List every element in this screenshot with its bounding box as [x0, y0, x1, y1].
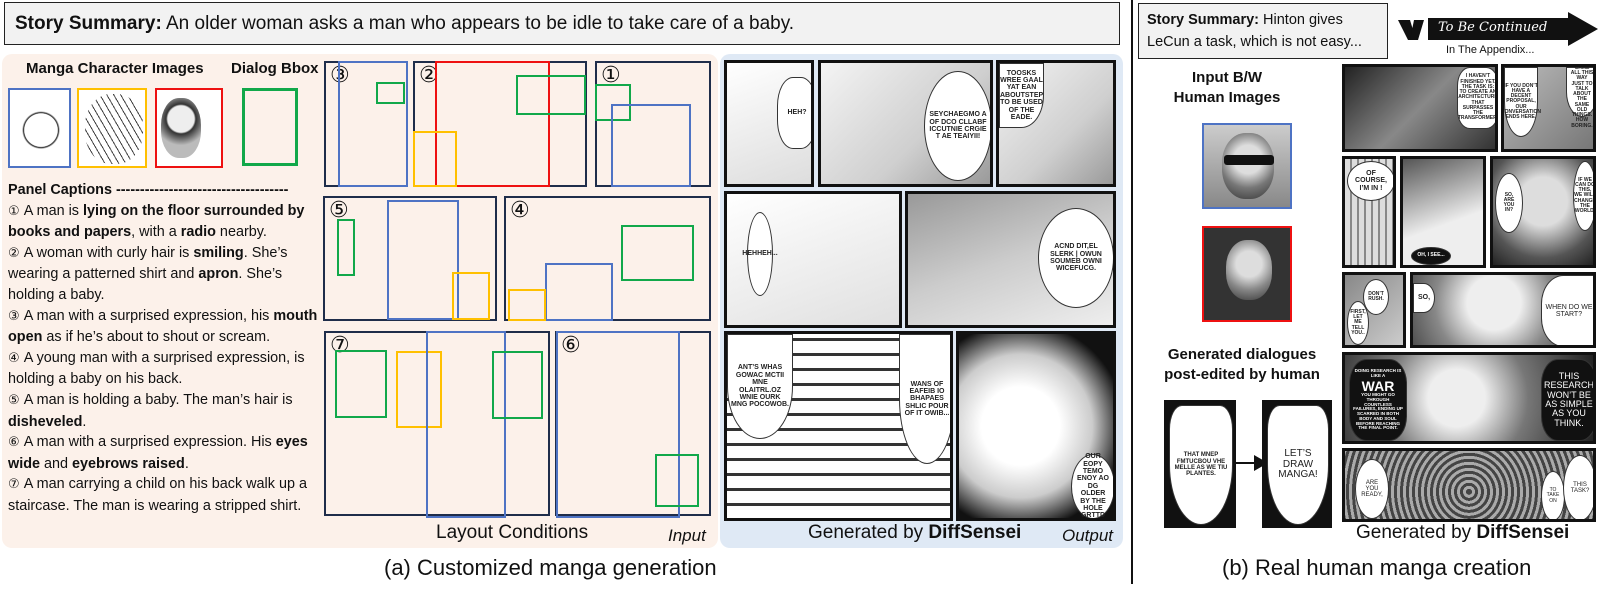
figure-caption-a: (a) Customized manga generation: [384, 555, 717, 580]
speech-bubble: I HAVEN’T FINISHED YET. THE TASK IS: TO …: [1457, 67, 1495, 129]
dialog-bbox: [655, 454, 699, 507]
input-human-images-header: Input B/W Human Images: [1173, 69, 1281, 106]
b-panel-1: I HAVEN’T FINISHED YET. THE TASK IS: TO …: [1342, 64, 1498, 152]
output-panel-1: TOOSKS WREE GAAL YAT EAN ABOUTSTEP TO BE…: [996, 60, 1116, 187]
speech-bubble: WHEN DO WE START?: [1541, 275, 1593, 345]
panel-caption: ④ A young man with a surprised expressio…: [8, 349, 305, 388]
output-panel-4: ACND DIT,EL SLERK | OWUN SOUMEB OWNI WIC…: [905, 191, 1116, 328]
output-label-a: Generated by DiffSensei: [808, 522, 1022, 543]
panel-caption: ⑤ A man is holding a baby. The man’s hai…: [8, 391, 293, 430]
speech-bubble: WANS OF EAFEIB IO BHAPAES SHLIC POUR OF …: [899, 334, 950, 464]
output-panel-2: SEYCHAEGMO A OF DCO CLLABF ICCUTNIE CRGI…: [818, 60, 993, 187]
speech-bubble: IF WE CAN DO THIS, WE WILL CHANGE THE WO…: [1573, 161, 1593, 231]
input-tag: Input: [668, 526, 706, 545]
speech-bubble: HAHA, YOU CAME ALL THIS WAY JUST TO TALK…: [1566, 67, 1593, 128]
b-panel-9: ARE YOU READY, TO TAKE ON THIS TASK?: [1342, 448, 1596, 522]
panel-captions: Panel Captions -------------------------…: [8, 180, 320, 517]
dialog-bbox: [621, 225, 694, 281]
character-images-header: Manga Character Images: [26, 60, 204, 77]
story-summary-b: Story Summary: Hinton gives LeCun a task…: [1138, 3, 1388, 59]
model-name: DiffSensei: [1476, 522, 1570, 543]
figure-caption-b: (b) Real human manga creation: [1222, 555, 1532, 580]
character-bbox: [508, 289, 546, 321]
character-image-3: [155, 88, 223, 168]
speech-bubble: THIS TASK?: [1563, 455, 1593, 519]
dialogue-after: LET’S DRAW MANGA!: [1262, 400, 1332, 528]
character-bbox: [545, 263, 613, 321]
speech-bubble: TO TAKE ON: [1541, 471, 1565, 519]
speech-bubble: ANT’S WHAS GOWAC MCTII MNE OLAITRL.OZ WN…: [727, 334, 793, 439]
output-label-b: Generated by DiffSensei: [1356, 522, 1570, 543]
panel-caption: ② A woman with curly hair is smiling. Sh…: [8, 244, 288, 303]
output-tag: Output: [1062, 526, 1114, 545]
story-summary-a: Story Summary: An older woman asks a man…: [4, 2, 1120, 45]
character-bbox: [611, 104, 691, 187]
story-summary-label: Story Summary:: [1147, 12, 1260, 28]
dialog-bbox: [376, 82, 405, 104]
speech-bubble: HEHHEH...: [742, 212, 778, 296]
b-panel-8: DOING RESEARCH IS LIKE A WAR YOU MIGHT G…: [1342, 352, 1596, 444]
appendix-note: In The Appendix...: [1446, 44, 1535, 56]
speech-bubble: HEH?: [777, 77, 811, 149]
output-panel-6: OUR EOPY TEMO ENOY AO DG OLDER BY THE HO…: [956, 331, 1116, 521]
output-panel-7: ANT’S WHAS GOWAC MCTII MNE OLAITRL.OZ WN…: [724, 331, 953, 521]
character-image-1: [8, 88, 71, 168]
b-panel-6: DON’T RUSH. FIRST, LET ME TELL YOU..: [1342, 272, 1406, 348]
generated-dialogues-header: Generated dialogues post-edited by human: [1164, 346, 1320, 383]
panel-caption: ⑥ A man with a surprised expression. His…: [8, 434, 308, 472]
story-summary-label: Story Summary:: [15, 13, 162, 34]
b-panel-3: OF COURSE, I’M IN !: [1342, 156, 1396, 268]
output-panel-5: HEHHEH...: [724, 191, 902, 328]
character-bbox: [338, 61, 408, 187]
b-panel-7: SO, WHEN DO WE START?: [1410, 272, 1596, 348]
speech-bubble: OUR EOPY TEMO ENOY AO DG OLDER BY THE HO…: [1071, 453, 1113, 518]
character-image-2: [77, 88, 147, 168]
dialog-bbox: [337, 219, 355, 276]
b-panel-2: IF YOU DON’T HAVE A DECENT PROPOSAL, OUR…: [1501, 64, 1596, 152]
b-panel-4: OH, I SEE...: [1400, 156, 1486, 268]
panel-number: ④: [510, 198, 530, 223]
speech-bubble: FIRST, LET ME TELL YOU..: [1347, 301, 1369, 345]
to-be-continued-text: To Be Continued: [1438, 20, 1548, 35]
speech-bubble: SEYCHAEGMO A OF DCO CLLABF ICCUTNIE CRGI…: [924, 71, 990, 181]
dialogue-before: THAT MNEP FMTUCBOU VHE MELLE AS WE TIU P…: [1164, 400, 1236, 528]
human-image-hinton: [1202, 226, 1292, 322]
dialog-bbox-header: Dialog Bbox: [231, 60, 319, 77]
speech-bubble: THIS RESEARCH WON’T BE AS SIMPLE AS YOU …: [1541, 359, 1593, 441]
speech-bubble: OH, I SEE...: [1411, 247, 1451, 265]
speech-bubble: OF COURSE, I’M IN !: [1347, 161, 1393, 201]
human-image-lecun: [1202, 123, 1292, 209]
character-bbox: [452, 272, 490, 320]
to-be-continued-banner: To Be Continued: [1398, 12, 1598, 46]
speech-bubble: SO, ARE YOU IN?: [1495, 173, 1523, 233]
captions-header: Panel Captions -------------------------…: [8, 182, 289, 198]
model-name: DiffSensei: [928, 522, 1022, 543]
output-panel-3: HEH?: [724, 60, 814, 187]
character-bbox: [387, 200, 459, 320]
layout-conditions-label: Layout Conditions: [436, 522, 589, 543]
dialog-bbox-sample: [242, 88, 298, 166]
dialog-bbox: [335, 350, 387, 418]
b-panel-5: SO, ARE YOU IN? IF WE CAN DO THIS, WE WI…: [1490, 156, 1596, 268]
dialog-bbox: [492, 351, 543, 419]
speech-bubble: ACND DIT,EL SLERK | OWUN SOUMEB OWNI WIC…: [1038, 208, 1113, 308]
character-bbox: [413, 131, 457, 187]
dialog-bbox: [516, 75, 586, 115]
panel-caption: ① A man is lying on the floor surrounded…: [8, 202, 305, 241]
speech-bubble: SO,: [1413, 283, 1435, 313]
section-divider: [1131, 0, 1133, 584]
panel-caption: ⑦ A man carrying a child on his back wal…: [8, 476, 307, 514]
speech-bubble: THAT MNEP FMTUCBOU VHE MELLE AS WE TIU P…: [1169, 405, 1233, 525]
speech-bubble: TOOSKS WREE GAAL YAT EAN ABOUTSTEP TO BE…: [999, 63, 1044, 128]
panel-caption: ③ A man with a surprised expression, his…: [8, 307, 318, 346]
story-summary-text: An older woman asks a man who appears to…: [161, 13, 795, 34]
speech-bubble: IF YOU DON’T HAVE A DECENT PROPOSAL, OUR…: [1504, 67, 1541, 137]
speech-bubble: DOING RESEARCH IS LIKE A WAR YOU MIGHT G…: [1349, 359, 1407, 441]
speech-bubble: LET’S DRAW MANGA!: [1267, 405, 1329, 525]
speech-bubble: ARE YOU READY,: [1355, 459, 1389, 519]
